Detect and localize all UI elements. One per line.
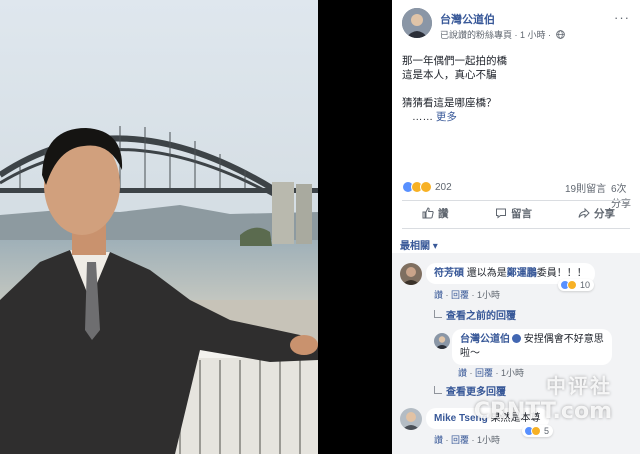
view-more-replies-link[interactable]: 查看更多回覆 — [434, 383, 506, 398]
wow-icon — [420, 181, 432, 193]
comments-section: 符芳碩 還以為是鄭運鵬委員！！！ 10 讚 · 回覆 · 1小時 查看之前的回覆… — [392, 253, 640, 454]
vintage-bridge-photo — [0, 0, 392, 454]
reply-like-link[interactable]: 讚 — [458, 368, 467, 378]
chevron-down-icon: ▾ — [432, 241, 438, 252]
share-button-label: 分享 — [594, 208, 615, 220]
comment-meta: 讚 · 回覆 · 1小時 — [434, 435, 501, 445]
post-line-3 — [402, 82, 630, 96]
comment-meta: 讚 · 回覆 · 1小時 — [434, 290, 501, 300]
comment-like-link[interactable]: 讚 — [434, 290, 443, 300]
comment-text: 還以為是 — [466, 268, 507, 279]
divider — [402, 200, 630, 201]
share-button[interactable]: 分享 — [578, 206, 615, 221]
comment-sort-dropdown[interactable]: 最相關 ▾ — [400, 237, 438, 252]
divider — [402, 228, 630, 229]
post-see-more-row: …… 更多 — [402, 110, 630, 124]
comment-sort-label: 最相關 — [400, 241, 430, 252]
post-ellipsis: …… — [412, 111, 433, 123]
comment-author[interactable]: 符芳碩 — [434, 268, 464, 279]
post-stats: 202 19則留言 6次分享 — [402, 180, 634, 210]
reactions-summary[interactable]: 202 — [402, 180, 452, 194]
reaction-count: 202 — [435, 181, 452, 193]
page-avatar[interactable] — [402, 8, 432, 38]
comment-mention-link[interactable]: 鄭運鵬 — [507, 268, 537, 279]
haha-icon — [531, 426, 541, 436]
haha-icon — [567, 280, 577, 290]
post-line-4: 猜猜看這是哪座橋？ — [402, 97, 497, 109]
comment-time: 1小時 — [477, 290, 501, 300]
comment-reactions[interactable]: 10 — [558, 279, 595, 291]
post-meta: 已說讚的粉絲專頁 · 1 小時 · — [440, 28, 565, 41]
comment-reply-link[interactable]: 回覆 — [451, 435, 469, 445]
comment-reaction-count: 10 — [580, 280, 591, 290]
comment-like-link[interactable]: 讚 — [434, 435, 443, 445]
reply-text-line1: 安捏偶會不好意思 — [523, 334, 604, 345]
comment-reply-link[interactable]: 回覆 — [451, 290, 469, 300]
page-name-link[interactable]: 台灣公道伯 — [440, 11, 495, 27]
reply-reply-link[interactable]: 回覆 — [475, 368, 493, 378]
like-button-label: 讚 — [438, 208, 449, 220]
reply-author[interactable]: 台灣公道伯 — [460, 334, 510, 345]
thumbs-up-icon — [422, 207, 434, 219]
avatar[interactable] — [400, 408, 422, 430]
post-line-1: 那一年偶們一起拍的橋 — [402, 55, 507, 67]
comment-reactions[interactable]: 5 — [522, 425, 554, 437]
verified-icon — [512, 334, 521, 343]
reply-meta: 讚 · 回覆 · 1小時 — [458, 368, 525, 378]
comment-count-link[interactable]: 19則留言 — [565, 180, 606, 195]
photo-pane[interactable] — [0, 0, 392, 454]
reply-arrow-icon — [434, 386, 442, 394]
comment-author[interactable]: Mike Tseng — [434, 413, 488, 424]
post-line-2: 這是本人，真心不騙 — [402, 69, 497, 81]
comment-text-after: 委員！！！ — [536, 268, 587, 279]
view-more-replies-label: 查看更多回覆 — [446, 387, 506, 398]
ellipsis-icon[interactable]: ··· — [614, 10, 630, 25]
view-previous-replies-link[interactable]: 查看之前的回覆 — [434, 307, 516, 322]
avatar[interactable] — [434, 333, 450, 349]
avatar[interactable] — [400, 263, 422, 285]
comment-button[interactable]: 留言 — [495, 206, 532, 221]
comment-text: 果然是本尊 — [490, 413, 541, 424]
like-button[interactable]: 讚 — [422, 206, 449, 221]
comment-button-label: 留言 — [511, 208, 532, 220]
comment-time: 1小時 — [477, 435, 501, 445]
post-text: 那一年偶們一起拍的橋 這是本人，真心不騙 猜猜看這是哪座橋？ …… 更多 — [402, 54, 630, 124]
share-icon — [578, 207, 590, 219]
reply-time: 1小時 — [501, 368, 525, 378]
reply-bubble: 台灣公道伯 安捏偶會不好意思 啦～ — [452, 329, 612, 365]
post-meta-text: 已說讚的粉絲專頁 · 1 小時 · — [440, 30, 552, 40]
comment-reaction-count: 5 — [544, 426, 550, 436]
view-previous-replies-label: 查看之前的回覆 — [446, 311, 516, 322]
reply-text-line2: 啦～ — [460, 348, 480, 359]
post-actions: 讚 留言 分享 — [402, 202, 630, 226]
reply-arrow-icon — [434, 310, 442, 318]
see-more-link[interactable]: 更多 — [436, 111, 457, 123]
globe-icon — [555, 30, 565, 39]
post-header: 台灣公道伯 已說讚的粉絲專頁 · 1 小時 · ··· — [402, 8, 632, 42]
comment-icon — [496, 208, 506, 219]
facebook-photo-viewer: 台灣公道伯 已說讚的粉絲專頁 · 1 小時 · ··· 那一年偶們一起拍的橋 這… — [0, 0, 640, 454]
